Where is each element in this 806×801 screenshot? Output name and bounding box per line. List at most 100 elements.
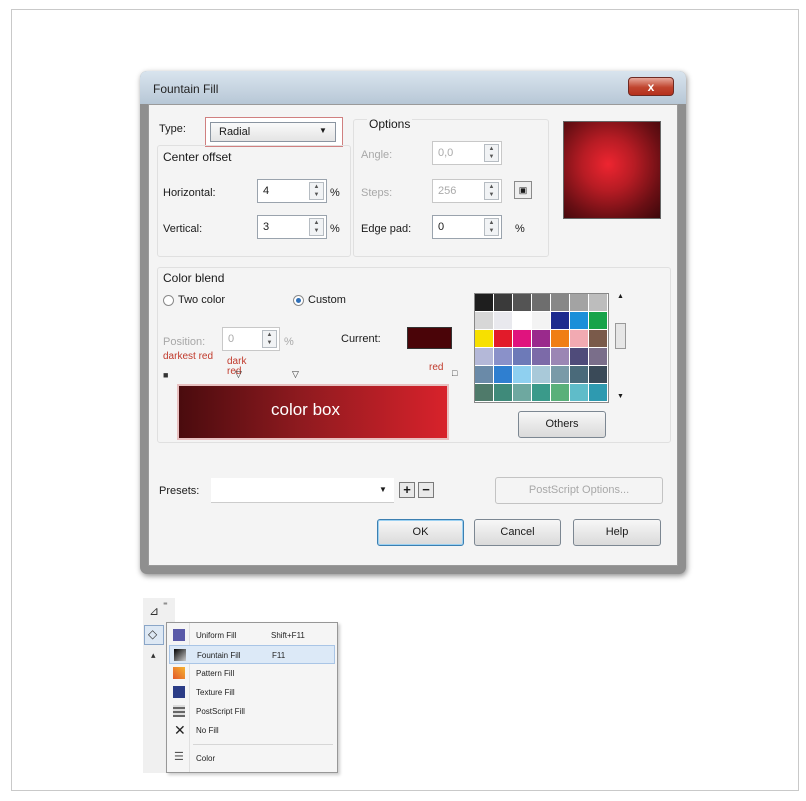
title-bar[interactable]: Fountain Fill x	[140, 71, 686, 104]
palette-swatch[interactable]	[570, 294, 589, 312]
add-preset-icon[interactable]: +	[399, 482, 415, 498]
dark-red-marker-icon[interactable]: ▽	[235, 369, 242, 380]
cancel-button[interactable]: Cancel	[474, 519, 561, 546]
spin-arrows-icon[interactable]: ▲ ▼	[484, 218, 499, 236]
palette-swatch[interactable]	[589, 294, 608, 312]
palette-swatch[interactable]	[589, 366, 608, 384]
remove-preset-icon[interactable]: −	[418, 482, 434, 498]
postscript-options-button[interactable]: PostScript Options...	[495, 477, 663, 504]
palette-swatch[interactable]	[513, 330, 532, 348]
scroll-down-icon[interactable]: ▼	[617, 393, 624, 400]
palette-swatch[interactable]	[494, 366, 513, 384]
no-fill-icon: ✕	[174, 722, 186, 738]
palette-swatch[interactable]	[570, 348, 589, 366]
close-button[interactable]: x	[628, 77, 674, 96]
spin-arrows-icon[interactable]: ▲ ▼	[309, 182, 324, 200]
two-color-radio[interactable]	[163, 295, 174, 306]
stop-label-dark-red: dark red	[227, 356, 247, 377]
menu-item-label: Color	[196, 754, 216, 763]
menu-item-uniform-fill[interactable]: Uniform Fill Shift+F11	[169, 626, 335, 645]
others-button[interactable]: Others	[518, 411, 606, 438]
current-color-swatch[interactable]	[407, 327, 452, 349]
palette-swatch[interactable]	[570, 312, 589, 330]
end-marker-icon[interactable]: □	[452, 368, 457, 378]
palette-swatch[interactable]	[513, 312, 532, 330]
ok-button[interactable]: OK	[377, 519, 464, 546]
palette-swatch[interactable]	[494, 294, 513, 312]
spin-arrows-icon[interactable]: ▲ ▼	[262, 330, 277, 348]
steps-value: 256	[438, 185, 457, 197]
menu-item-label: Fountain Fill	[197, 651, 241, 660]
steps-label: Steps:	[361, 187, 393, 199]
palette-swatch[interactable]	[532, 348, 551, 366]
lock-icon[interactable]: ▣	[514, 181, 532, 199]
palette-swatch[interactable]	[475, 348, 494, 366]
palette-swatch[interactable]	[551, 312, 570, 330]
edge-pad-spinbox[interactable]: 0 ▲ ▼	[432, 215, 502, 239]
palette-swatch[interactable]	[494, 312, 513, 330]
palette-scrollbar[interactable]: ▲ ▼	[614, 293, 627, 403]
palette-swatch[interactable]	[475, 366, 494, 384]
menu-item-pattern-fill[interactable]: Pattern Fill	[169, 664, 335, 683]
palette-swatch[interactable]	[532, 366, 551, 384]
menu-item-fountain-fill[interactable]: Fountain Fill F11	[169, 645, 335, 664]
presets-combobox[interactable]: ▼	[211, 478, 394, 503]
fill-flyout-menu: Uniform Fill Shift+F11 Fountain Fill F11…	[166, 622, 338, 773]
menu-item-color[interactable]: ☰ Color	[169, 749, 335, 768]
angle-spinbox[interactable]: 0,0 ▲ ▼	[432, 141, 502, 165]
palette-swatch[interactable]	[532, 330, 551, 348]
midpoint-marker-icon[interactable]: ▽	[292, 369, 299, 380]
palette-swatch[interactable]	[475, 312, 494, 330]
scroll-up-icon[interactable]: ▲	[617, 293, 624, 300]
color-blend-title: Color blend	[163, 271, 225, 285]
horizontal-spinbox[interactable]: 4 ▲ ▼	[257, 179, 327, 203]
position-spinbox[interactable]: 0 ▲ ▼	[222, 327, 280, 351]
menu-item-no-fill[interactable]: ✕ No Fill	[169, 721, 335, 740]
palette-swatch[interactable]	[570, 330, 589, 348]
spin-arrows-icon[interactable]: ▲ ▼	[484, 144, 499, 162]
palette-swatch[interactable]	[513, 294, 532, 312]
palette-swatch[interactable]	[589, 330, 608, 348]
palette-swatch[interactable]	[513, 366, 532, 384]
interactive-fill-tool-icon[interactable]: ▴	[151, 650, 156, 661]
help-button[interactable]: Help	[573, 519, 661, 546]
palette-swatch[interactable]	[551, 348, 570, 366]
palette-swatch[interactable]	[494, 384, 513, 402]
palette-swatch[interactable]	[475, 294, 494, 312]
custom-radio[interactable]	[293, 295, 304, 306]
chevron-down-icon[interactable]: ▼	[379, 485, 387, 494]
palette-swatch[interactable]	[532, 312, 551, 330]
palette-swatch[interactable]	[475, 330, 494, 348]
menu-item-postscript-fill[interactable]: PostScript Fill	[169, 702, 335, 721]
palette-swatch[interactable]	[551, 384, 570, 402]
palette-swatch[interactable]	[494, 348, 513, 366]
palette-swatch[interactable]	[551, 294, 570, 312]
palette-swatch[interactable]	[494, 330, 513, 348]
palette-swatch[interactable]	[532, 384, 551, 402]
palette-swatch[interactable]	[475, 384, 494, 402]
palette-swatch[interactable]	[551, 330, 570, 348]
palette-swatch[interactable]	[532, 294, 551, 312]
texture-fill-icon	[173, 686, 185, 698]
type-dropdown[interactable]: Radial ▼	[205, 117, 343, 147]
spin-arrows-icon[interactable]: ▲ ▼	[484, 182, 499, 200]
palette-swatch[interactable]	[513, 384, 532, 402]
spin-arrows-icon[interactable]: ▲ ▼	[309, 218, 324, 236]
palette-swatch[interactable]	[570, 384, 589, 402]
palette-swatch[interactable]	[551, 366, 570, 384]
color-palette[interactable]	[474, 293, 609, 403]
palette-swatch[interactable]	[570, 366, 589, 384]
eyedropper-tool-icon[interactable]: ⁼	[163, 600, 168, 611]
start-marker-icon[interactable]: ■	[163, 370, 168, 380]
fill-tool-button[interactable]: ◇	[144, 625, 164, 645]
palette-swatch[interactable]	[589, 348, 608, 366]
vertical-spinbox[interactable]: 3 ▲ ▼	[257, 215, 327, 239]
palette-swatch[interactable]	[513, 348, 532, 366]
color-box[interactable]: color box	[177, 384, 449, 440]
steps-spinbox[interactable]: 256 ▲ ▼	[432, 179, 502, 203]
palette-swatch[interactable]	[589, 384, 608, 402]
palette-swatch[interactable]	[589, 312, 608, 330]
smart-fill-tool-icon[interactable]: ⊿	[149, 604, 159, 618]
menu-item-texture-fill[interactable]: Texture Fill	[169, 683, 335, 702]
scrollbar-thumb[interactable]	[615, 323, 626, 349]
